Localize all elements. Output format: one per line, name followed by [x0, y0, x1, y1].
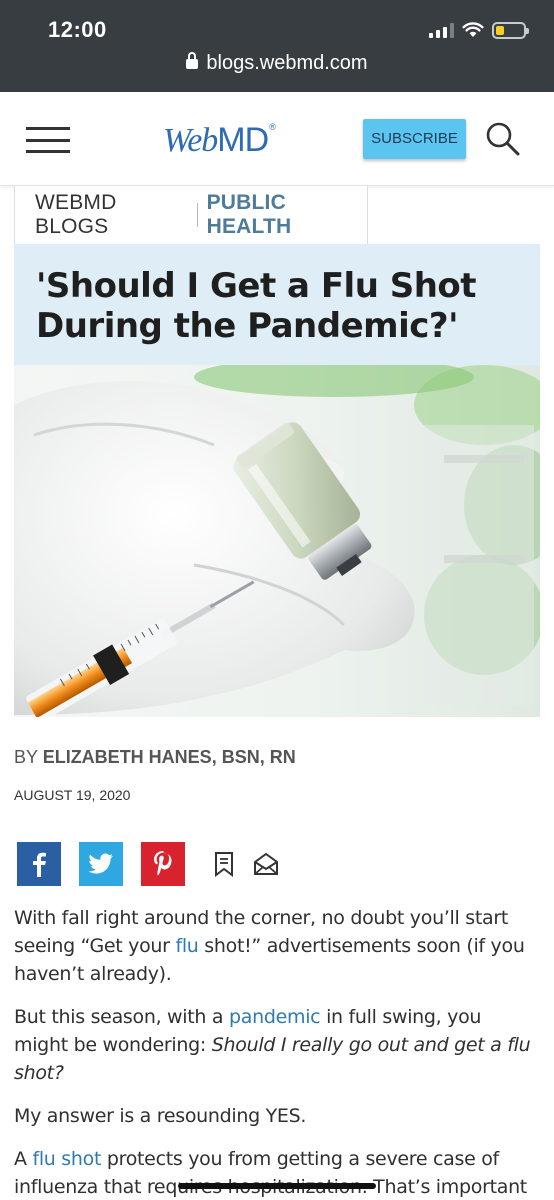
byline-prefix: BY	[14, 747, 43, 767]
paragraph-2: But this season, with a pandemic in full…	[14, 1006, 531, 1084]
logo-md: MD	[217, 121, 269, 159]
article-title: 'Should I Get a Flu Shot During the Pand…	[36, 266, 477, 346]
home-indicator[interactable]	[178, 1183, 376, 1189]
status-icons	[429, 19, 529, 41]
article-title-block: 'Should I Get a Flu Shot During the Pand…	[14, 244, 540, 365]
wifi-icon	[462, 22, 484, 37]
bookmark-icon[interactable]	[211, 851, 237, 877]
url-bar[interactable]: blogs.webmd.com	[0, 52, 554, 75]
status-time: 12:00	[48, 17, 107, 42]
paragraph-3: My answer is a resounding YES.	[14, 1105, 307, 1127]
search-icon[interactable]	[485, 121, 521, 157]
hero-image	[14, 365, 540, 717]
logo-web: Web	[163, 122, 218, 159]
paragraph-4: A flu shot protects you from getting a s…	[14, 1148, 527, 1198]
article-body: With fall right around the corner, no do…	[14, 904, 534, 1200]
article-byline: BY ELIZABETH HANES, BSN, RN	[14, 747, 296, 768]
publish-date: AUGUST 19, 2020	[14, 787, 131, 803]
cellular-signal-icon	[429, 22, 454, 38]
link-flu-shot[interactable]: flu shot	[32, 1148, 101, 1170]
breadcrumb-webmd-blogs[interactable]: WEBMD BLOGS	[35, 191, 187, 239]
facebook-icon[interactable]	[17, 842, 61, 886]
share-toolbar	[17, 842, 295, 886]
breadcrumb: WEBMD BLOGS PUBLIC HEALTH	[14, 186, 368, 244]
breadcrumb-divider	[196, 203, 198, 227]
site-header: WebMD® SUBSCRIBE	[0, 92, 554, 186]
browser-chrome: 12:00 blogs.webmd.com	[0, 0, 554, 92]
battery-level	[496, 25, 504, 35]
email-icon[interactable]	[253, 851, 279, 877]
webmd-logo[interactable]: WebMD®	[163, 121, 276, 159]
link-flu[interactable]: flu	[175, 935, 198, 957]
pinterest-icon[interactable]	[141, 842, 185, 886]
author-name[interactable]: ELIZABETH HANES, BSN, RN	[43, 747, 296, 767]
breadcrumb-public-health[interactable]: PUBLIC HEALTH	[207, 191, 367, 239]
menu-icon[interactable]	[26, 127, 70, 153]
subscribe-button[interactable]: SUBSCRIBE	[363, 119, 466, 159]
link-pandemic[interactable]: pandemic	[229, 1006, 321, 1028]
battery-icon	[492, 21, 529, 39]
paragraph-1: With fall right around the corner, no do…	[14, 907, 525, 985]
url-text: blogs.webmd.com	[206, 52, 368, 74]
twitter-icon[interactable]	[79, 842, 123, 886]
lock-icon	[186, 52, 199, 69]
